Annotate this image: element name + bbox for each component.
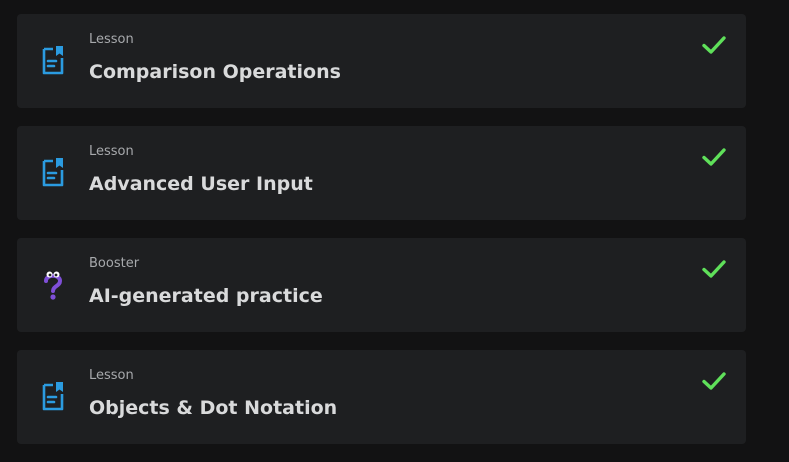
lesson-list: Lesson Comparison Operations Lesson Adva… (17, 14, 746, 462)
item-title: Comparison Operations (89, 61, 341, 83)
item-title: Objects & Dot Notation (89, 397, 338, 419)
lesson-document-icon (42, 46, 64, 75)
check-icon (702, 36, 726, 54)
booster-question-icon (44, 271, 63, 300)
item-type-label: Lesson (89, 144, 134, 159)
lesson-card-advanced-user-input[interactable]: Lesson Advanced User Input (17, 126, 746, 220)
lesson-card-objects-dot-notation[interactable]: Lesson Objects & Dot Notation (17, 350, 746, 444)
check-icon (702, 148, 726, 166)
item-type-label: Lesson (89, 368, 134, 383)
check-icon (702, 260, 726, 278)
lesson-document-icon (42, 382, 64, 411)
item-type-label: Lesson (89, 32, 134, 47)
check-icon (702, 372, 726, 390)
item-type-label: Booster (89, 256, 140, 271)
item-title: Advanced User Input (89, 173, 313, 195)
lesson-document-icon (42, 158, 64, 187)
lesson-card-comparison-operations[interactable]: Lesson Comparison Operations (17, 14, 746, 108)
item-title: AI-generated practice (89, 285, 323, 307)
booster-card-ai-generated-practice[interactable]: Booster AI-generated practice (17, 238, 746, 332)
